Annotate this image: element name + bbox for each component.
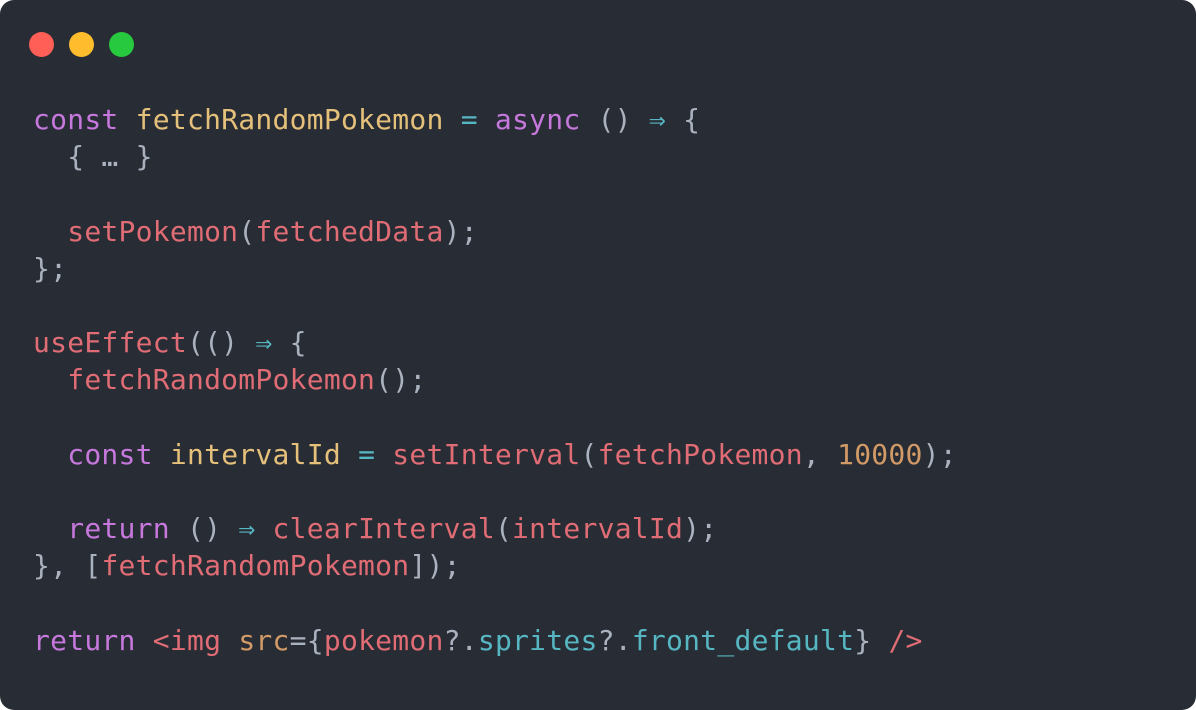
code-token: fetchRandomPokemon [101, 549, 410, 583]
code-line: fetchRandomPokemon(); [33, 362, 426, 398]
code-token: return [33, 623, 136, 657]
code-token: setPokemon [67, 214, 239, 248]
code-token: ); [443, 214, 478, 248]
code-token: sprites [477, 623, 598, 657]
code-token: = [358, 437, 376, 471]
code-token: ⇒ [255, 326, 273, 360]
code-token: fetchRandomPokemon [67, 363, 376, 397]
code-line: { … } [33, 139, 153, 175]
code-token: ); [683, 512, 718, 546]
code-token: () [580, 103, 649, 136]
code-token: (() [186, 326, 256, 360]
code-line: setPokemon(fetchedData); [33, 214, 478, 250]
code-line: return () ⇒ clearInterval(intervalId); [33, 511, 717, 547]
code-token: async [494, 103, 581, 136]
code-token: src [238, 623, 290, 657]
code-token: , [802, 437, 838, 471]
code-line: return <img src={pokemon?.sprites?.front… [33, 623, 923, 659]
code-token: pokemon [323, 623, 444, 657]
folded-block-toggle[interactable]: { … } [67, 140, 153, 173]
code-token: ?. [443, 623, 478, 657]
code-line: const intervalId = setInterval(fetchPoke… [33, 437, 957, 473]
code-token: 10000 [837, 437, 923, 471]
code-token: front_default [631, 623, 855, 657]
code-token: }; [33, 251, 68, 285]
code-token: intervalId [169, 437, 341, 471]
code-token: ⇒ [238, 512, 256, 546]
code-line: }; [33, 251, 67, 287]
code-token: fetchPokemon [597, 437, 803, 471]
code-token: ⇒ [648, 103, 667, 136]
code-token: }, [ [33, 549, 102, 583]
code-token: /> [888, 623, 923, 657]
code-token: useEffect [33, 326, 187, 360]
code-token: ={ [289, 623, 324, 657]
code-token: ( [238, 214, 256, 248]
code-token: clearInterval [272, 512, 495, 546]
code-window: const fetchRandomPokemon = async () ⇒ { … [0, 0, 1196, 710]
code-token: intervalId [512, 512, 684, 546]
code-line: const fetchRandomPokemon = async () ⇒ { [33, 102, 700, 138]
code-token: ( [494, 512, 513, 546]
code-token: ]); [409, 549, 461, 583]
code-token: <img [152, 623, 222, 657]
code-line: }, [fetchRandomPokemon]); [33, 548, 461, 584]
close-button[interactable] [29, 32, 54, 57]
code-token: { [666, 103, 701, 136]
minimize-button[interactable] [69, 32, 94, 57]
code-token: () [169, 512, 239, 546]
code-token: fetchedData [255, 214, 444, 248]
code-token: (); [375, 363, 427, 397]
code-token: ( [580, 437, 598, 471]
code-token: = [460, 103, 478, 136]
code-token: ); [922, 437, 957, 471]
code-token: } [854, 623, 872, 657]
code-token: setInterval [392, 437, 581, 471]
code-token: ?. [597, 623, 632, 657]
zoom-button[interactable] [109, 32, 134, 57]
code-token: fetchRandomPokemon [135, 103, 444, 136]
code-token: const [67, 437, 153, 471]
code-token: return [67, 512, 170, 546]
code-token: const [33, 103, 119, 136]
code-line: useEffect(() ⇒ { [33, 325, 307, 361]
code-token: { [272, 326, 307, 360]
